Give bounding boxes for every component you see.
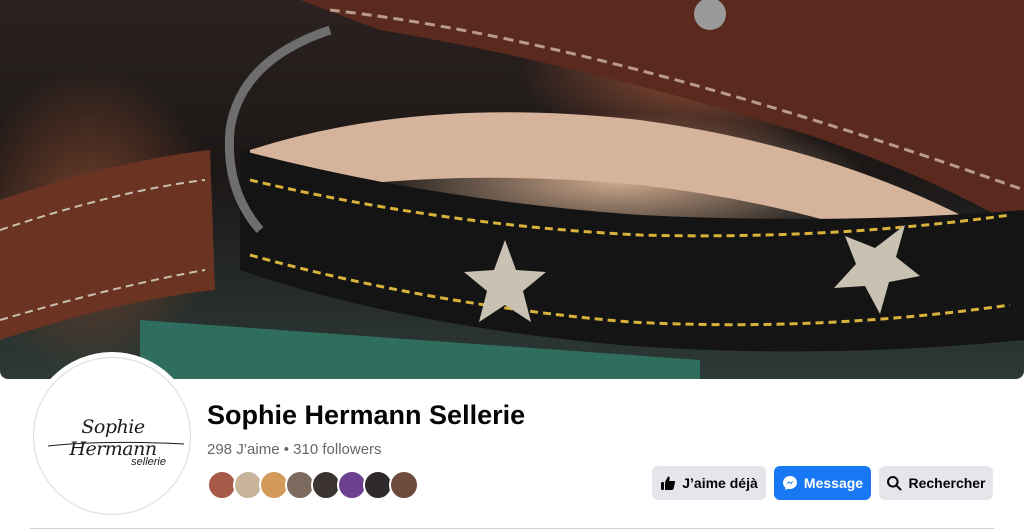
profile-picture-ring: Sophie Hermann sellerie xyxy=(28,352,196,520)
profile-picture[interactable]: Sophie Hermann sellerie xyxy=(33,357,191,515)
logo-underline xyxy=(47,441,185,447)
likes-count[interactable]: 298 J’aime xyxy=(207,441,280,458)
message-button-label: Message xyxy=(803,475,864,491)
messenger-icon xyxy=(782,475,798,491)
friend-avatar[interactable] xyxy=(389,470,419,500)
thumbs-up-icon xyxy=(660,475,676,491)
search-icon xyxy=(886,475,902,491)
followers-count[interactable]: 310 followers xyxy=(293,441,381,458)
like-button[interactable]: J’aime déjà xyxy=(652,466,766,500)
friends-avatar-list xyxy=(207,470,419,500)
page-title[interactable]: Sophie Hermann Sellerie xyxy=(207,400,525,431)
logo-subtitle-text: sellerie xyxy=(131,456,166,468)
search-button[interactable]: Rechercher xyxy=(879,466,993,500)
cover-photo[interactable] xyxy=(0,0,1024,379)
like-button-label: J’aime déjà xyxy=(682,475,758,491)
header-divider xyxy=(30,528,994,529)
page-stats: 298 J’aime • 310 followers xyxy=(207,441,382,458)
stats-separator: • xyxy=(283,441,289,458)
cover-illustration xyxy=(0,0,1024,379)
search-button-label: Rechercher xyxy=(908,475,986,491)
message-button[interactable]: Message xyxy=(774,466,871,500)
